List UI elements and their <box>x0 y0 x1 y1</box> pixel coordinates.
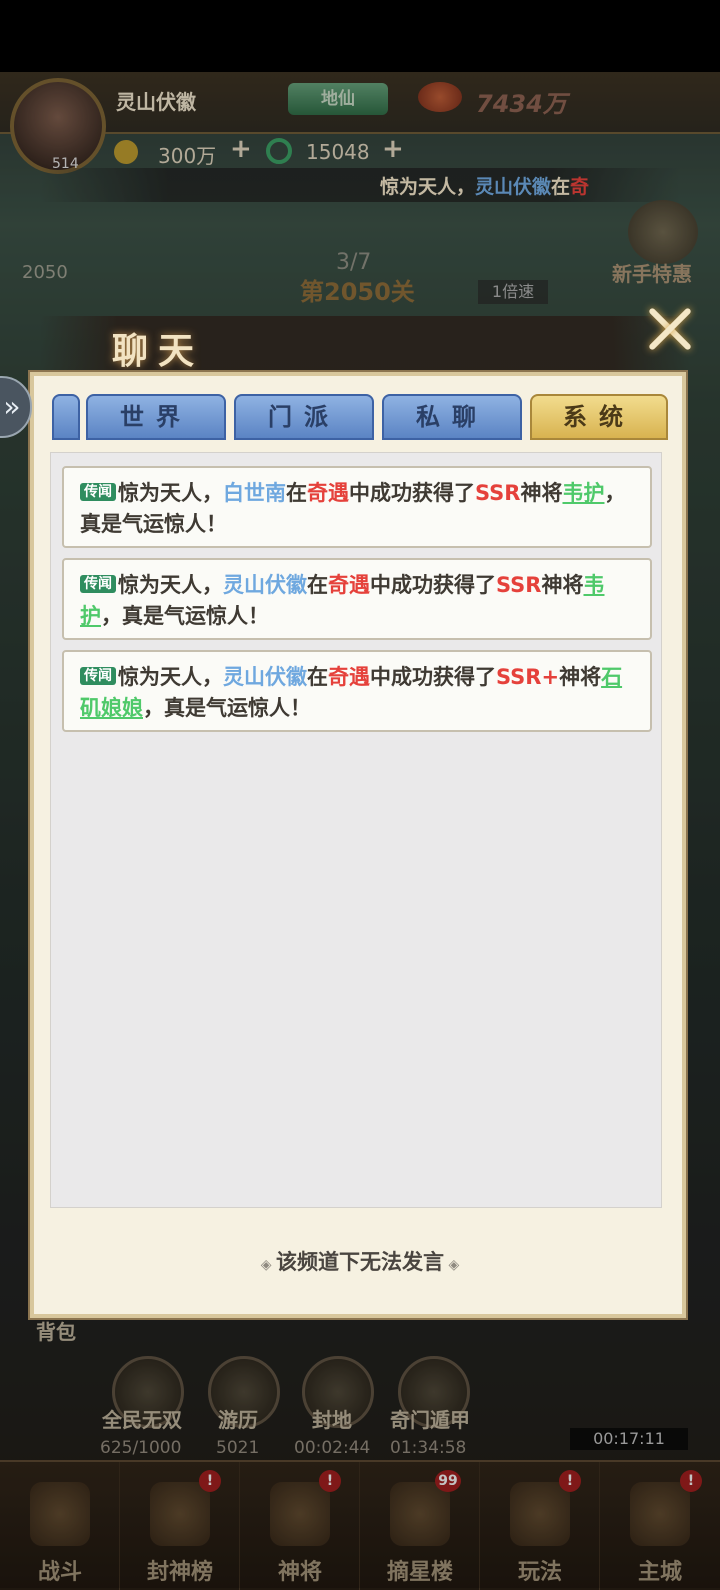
player-name-link[interactable]: 灵山伏徽 <box>223 573 307 597</box>
tab-system[interactable]: 系统 <box>530 394 668 440</box>
tab-world[interactable]: 世界 <box>86 394 226 440</box>
message-text: 在 <box>307 665 328 689</box>
message-text: 在 <box>307 573 328 597</box>
hero-link[interactable]: 韦护 <box>562 481 604 505</box>
status-bar <box>0 0 720 72</box>
rumor-tag: 传闻 <box>80 667 116 685</box>
event-name: 奇遇 <box>328 573 370 597</box>
tab-sect[interactable]: 门派 <box>234 394 374 440</box>
notice-text: 该频道下无法发言 <box>276 1250 444 1274</box>
message-text: 惊为天人， <box>118 573 223 597</box>
message-text: 神将 <box>520 481 563 505</box>
message-text: 中成功获得了 <box>370 665 496 689</box>
event-name: 奇遇 <box>307 481 349 505</box>
tab-private[interactable]: 私聊 <box>382 394 522 440</box>
message-text: 神将 <box>541 573 584 597</box>
list-item: 传闻 惊为天人，灵山伏徽在奇遇中成功获得了SSR+神将石矶娘娘，真是气运惊人！ <box>62 650 652 732</box>
message-text: 在 <box>286 481 307 505</box>
player-name-link[interactable]: 白世南 <box>223 481 286 505</box>
list-item: 传闻 惊为天人，灵山伏徽在奇遇中成功获得了SSR神将韦护，真是气运惊人！ <box>62 558 652 640</box>
grade-label: SSR <box>496 573 542 597</box>
ornament-icon: ◈ <box>260 1257 276 1273</box>
grade-label: SSR+ <box>496 665 560 689</box>
message-text: 神将 <box>559 665 602 689</box>
grade-label: SSR <box>475 481 521 505</box>
player-name-link[interactable]: 灵山伏徽 <box>223 665 307 689</box>
close-button[interactable] <box>636 296 702 362</box>
message-text: 中成功获得了 <box>349 481 475 505</box>
rumor-tag: 传闻 <box>80 483 116 501</box>
message-text: ，真是气运惊人！ <box>143 696 311 720</box>
message-text: 中成功获得了 <box>370 573 496 597</box>
rumor-tag: 传闻 <box>80 575 116 593</box>
event-name: 奇遇 <box>328 665 370 689</box>
message-text: 惊为天人， <box>118 481 223 505</box>
message-text: 惊为天人， <box>118 665 223 689</box>
tab-partial[interactable] <box>52 394 80 440</box>
ornament-icon: ◈ <box>444 1257 460 1273</box>
chat-title: 聊天 <box>112 331 205 372</box>
list-item: 传闻 惊为天人，白世南在奇遇中成功获得了SSR神将韦护，真是气运惊人！ <box>62 466 652 548</box>
message-text: ，真是气运惊人！ <box>101 604 269 628</box>
channel-notice: ◈ 该频道下无法发言 ◈ <box>230 1246 490 1276</box>
